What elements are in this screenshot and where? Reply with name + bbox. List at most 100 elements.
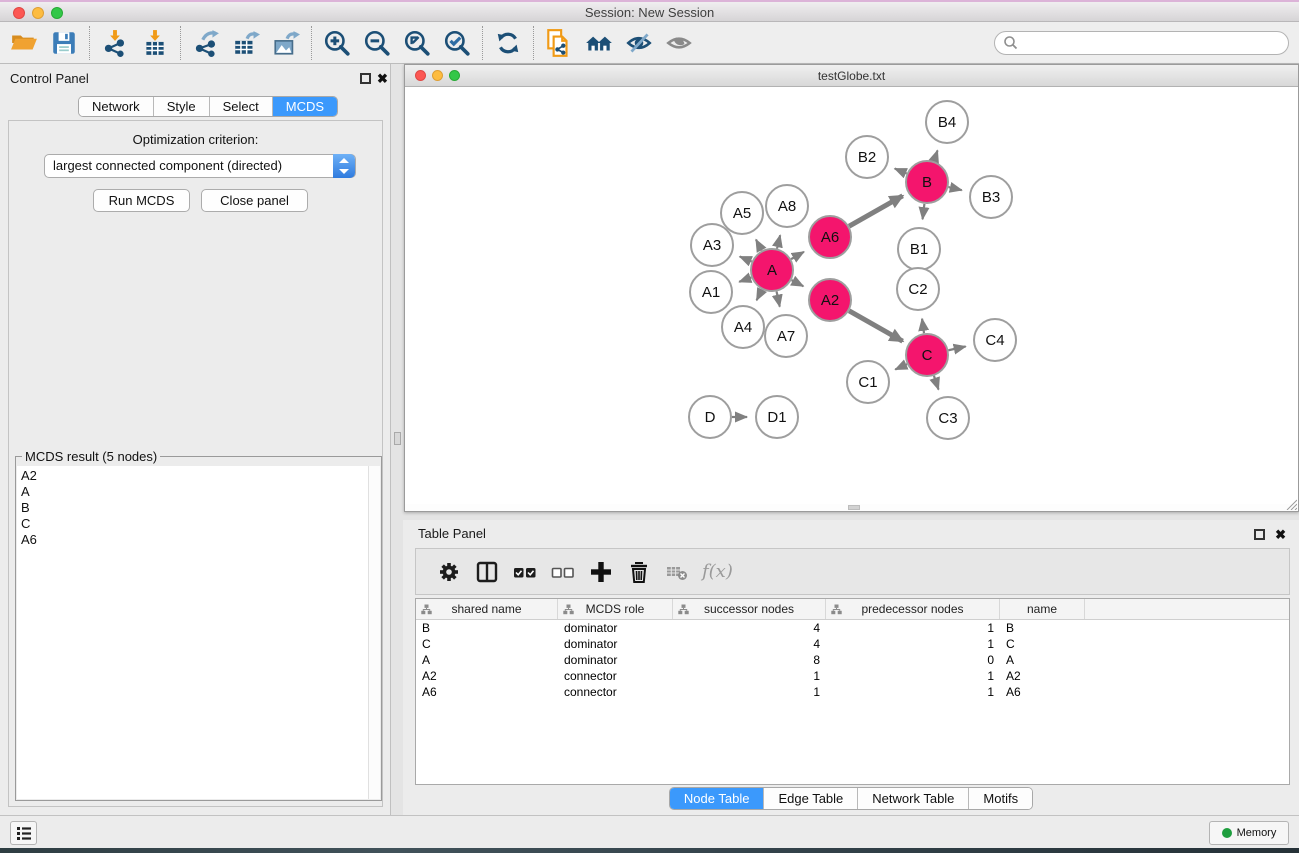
edge-C-C2[interactable] — [922, 319, 924, 333]
graph-node-A7[interactable]: A7 — [765, 315, 807, 357]
export-network-button[interactable] — [186, 25, 226, 61]
zoom-in-button[interactable] — [317, 25, 357, 61]
close-panel-button[interactable]: Close panel — [201, 189, 308, 212]
edge-A-A2[interactable] — [792, 280, 804, 286]
edge-A2-C[interactable] — [849, 311, 903, 341]
column-header-predecessor-nodes[interactable]: predecessor nodes — [826, 599, 1000, 619]
search-input[interactable] — [1021, 36, 1288, 50]
graph-node-C2[interactable]: C2 — [897, 268, 939, 310]
result-item[interactable]: B — [21, 500, 368, 516]
criterion-dropdown[interactable]: largest connected component (directed) — [44, 154, 356, 178]
graph-node-B3[interactable]: B3 — [970, 176, 1012, 218]
column-selector-button[interactable] — [468, 553, 506, 591]
import-table-button[interactable] — [135, 25, 175, 61]
new-network-from-selection-button[interactable] — [539, 25, 579, 61]
network-hscrollbar-thumb[interactable] — [848, 505, 860, 510]
edge-C-C1[interactable] — [895, 364, 907, 369]
tab-mcds[interactable]: MCDS — [273, 97, 337, 116]
graph-node-C4[interactable]: C4 — [974, 319, 1016, 361]
mcds-result-list[interactable]: A2ABCA6 — [17, 466, 368, 799]
graph-node-A3[interactable]: A3 — [691, 224, 733, 266]
result-list-scrollbar[interactable] — [368, 466, 380, 799]
graph-node-B4[interactable]: B4 — [926, 101, 968, 143]
tab-network[interactable]: Network — [79, 97, 154, 116]
close-panel-icon[interactable]: ✖ — [377, 71, 388, 87]
network-window-titlebar[interactable]: testGlobe.txt — [405, 65, 1298, 87]
edge-B-B1[interactable] — [923, 204, 925, 219]
graph-node-C1[interactable]: C1 — [847, 361, 889, 403]
table-tab-motifs[interactable]: Motifs — [969, 788, 1032, 809]
zoom-out-button[interactable] — [357, 25, 397, 61]
edge-C-C3[interactable] — [934, 376, 939, 390]
table-tab-edge-table[interactable]: Edge Table — [764, 788, 858, 809]
graph-node-A1[interactable]: A1 — [690, 271, 732, 313]
table-row[interactable]: A2connector11A2 — [416, 668, 1289, 684]
table-row[interactable]: Bdominator41B — [416, 620, 1289, 636]
graph-node-A5[interactable]: A5 — [721, 192, 763, 234]
float-panel-icon[interactable] — [360, 73, 371, 84]
node-table[interactable]: shared nameMCDS rolesuccessor nodesprede… — [415, 598, 1290, 785]
edge-A-A6[interactable] — [791, 252, 804, 259]
save-session-button[interactable] — [44, 25, 84, 61]
function-builder-button[interactable]: f(x) — [702, 561, 733, 582]
network-hscrollbar[interactable] — [405, 504, 1298, 511]
import-network-button[interactable] — [95, 25, 135, 61]
hide-graphics-details-button[interactable] — [619, 25, 659, 61]
graph-node-D1[interactable]: D1 — [756, 396, 798, 438]
graph-node-B1[interactable]: B1 — [898, 228, 940, 270]
open-file-button[interactable] — [4, 25, 44, 61]
delete-column-button[interactable] — [620, 553, 658, 591]
first-neighbors-button[interactable] — [579, 25, 619, 61]
graph-node-A2[interactable]: A2 — [809, 279, 851, 321]
tab-style[interactable]: Style — [154, 97, 210, 116]
result-item[interactable]: C — [21, 516, 368, 532]
memory-button[interactable]: Memory — [1209, 821, 1289, 845]
refresh-button[interactable] — [488, 25, 528, 61]
column-header-MCDS-role[interactable]: MCDS role — [558, 599, 673, 619]
graph-node-D[interactable]: D — [689, 396, 731, 438]
edge-B-B3[interactable] — [948, 187, 961, 190]
window-resize-grip[interactable] — [1284, 497, 1297, 510]
edge-A-A7[interactable] — [777, 292, 780, 307]
table-row[interactable]: Cdominator41C — [416, 636, 1289, 652]
network-canvas[interactable]: B4B2BB3A5A8A6B1A3AA1C2A2A4A7C4CC1C3DD1 — [405, 87, 1298, 511]
network-graph[interactable]: B4B2BB3A5A8A6B1A3AA1C2A2A4A7C4CC1C3DD1 — [405, 87, 1298, 511]
zoom-selected-button[interactable] — [437, 25, 477, 61]
delete-table-button[interactable] — [658, 553, 696, 591]
table-row[interactable]: Adominator80A — [416, 652, 1289, 668]
column-header-successor-nodes[interactable]: successor nodes — [673, 599, 826, 619]
table-row[interactable]: A6connector11A6 — [416, 684, 1289, 700]
zoom-fit-button[interactable] — [397, 25, 437, 61]
run-mcds-button[interactable]: Run MCDS — [93, 189, 190, 212]
column-header-shared-name[interactable]: shared name — [416, 599, 558, 619]
edge-A6-B[interactable] — [849, 196, 903, 226]
show-graphics-details-button[interactable] — [659, 25, 699, 61]
graph-node-C[interactable]: C — [906, 334, 948, 376]
edge-C-C4[interactable] — [948, 346, 965, 350]
deselect-all-button[interactable] — [544, 553, 582, 591]
table-options-button[interactable] — [430, 553, 468, 591]
table-float-icon[interactable] — [1254, 529, 1265, 540]
graph-node-B[interactable]: B — [906, 161, 948, 203]
panel-divider-handle[interactable] — [394, 432, 401, 445]
edge-B-B2[interactable] — [895, 169, 907, 174]
result-item[interactable]: A2 — [21, 468, 368, 484]
graph-node-A4[interactable]: A4 — [722, 306, 764, 348]
edge-A-A4[interactable] — [757, 290, 762, 301]
graph-node-C3[interactable]: C3 — [927, 397, 969, 439]
result-item[interactable]: A6 — [21, 532, 368, 548]
add-column-button[interactable] — [582, 553, 620, 591]
edge-B-B4[interactable] — [934, 150, 938, 161]
select-all-button[interactable] — [506, 553, 544, 591]
search-field[interactable] — [994, 31, 1289, 55]
table-tab-node-table[interactable]: Node Table — [670, 788, 765, 809]
export-image-button[interactable] — [266, 25, 306, 61]
edge-A-A8[interactable] — [777, 235, 780, 248]
graph-node-A[interactable]: A — [751, 249, 793, 291]
edge-A-A5[interactable] — [756, 240, 762, 251]
edge-A-A1[interactable] — [739, 277, 751, 281]
column-header-name[interactable]: name — [1000, 599, 1085, 619]
edge-A-A3[interactable] — [740, 257, 752, 262]
graph-node-B2[interactable]: B2 — [846, 136, 888, 178]
table-close-icon[interactable]: ✖ — [1275, 527, 1286, 543]
